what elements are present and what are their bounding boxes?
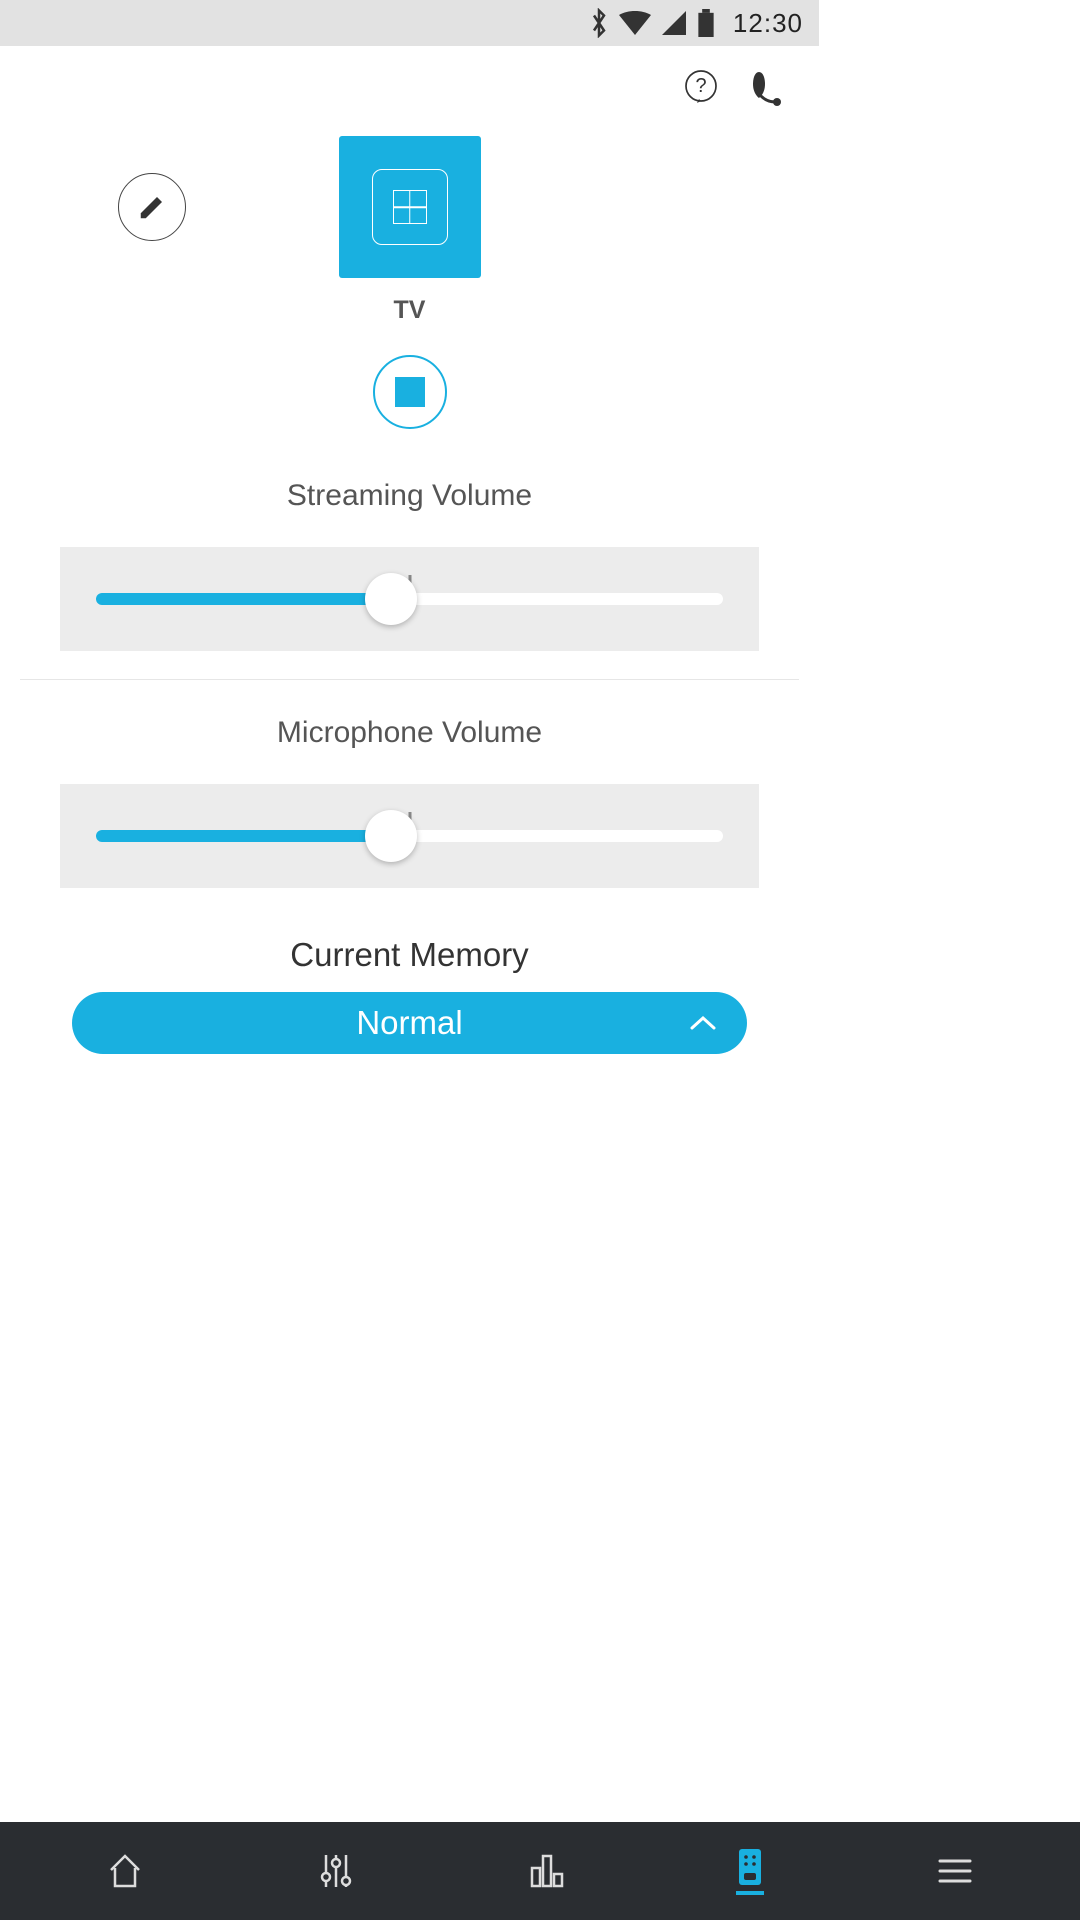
cellular-icon (661, 11, 687, 35)
bluetooth-icon (589, 8, 609, 38)
battery-icon (697, 9, 715, 37)
app-header: ? (0, 46, 819, 106)
remote-icon (736, 1847, 764, 1887)
help-icon[interactable]: ? (683, 69, 719, 105)
hearing-aid-icon[interactable] (745, 68, 789, 106)
nav-menu[interactable] (935, 1856, 975, 1886)
status-time: 12:30 (733, 8, 803, 39)
slider-fill (96, 593, 391, 605)
chevron-up-icon (689, 1015, 717, 1031)
nav-remote[interactable] (736, 1847, 764, 1895)
wifi-icon (619, 11, 651, 35)
active-tab-indicator (736, 1891, 764, 1895)
stop-icon (395, 377, 425, 407)
streaming-volume-slider[interactable] (60, 547, 759, 651)
divider (20, 679, 799, 680)
edit-button[interactable] (118, 173, 186, 241)
device-section: TV (0, 136, 819, 429)
svg-text:?: ? (695, 75, 706, 97)
slider-thumb[interactable] (365, 810, 417, 862)
sliders-icon (316, 1851, 356, 1891)
tv-icon (393, 190, 427, 224)
microphone-volume-slider[interactable] (60, 784, 759, 888)
status-bar: 12:30 (0, 0, 819, 46)
microphone-volume-label: Microphone Volume (0, 716, 819, 750)
stop-button[interactable] (373, 355, 447, 429)
bar-chart-icon (526, 1852, 566, 1890)
current-memory-label: Current Memory (0, 936, 819, 974)
home-icon (105, 1852, 145, 1890)
pencil-icon (137, 192, 167, 222)
slider-thumb[interactable] (365, 573, 417, 625)
hamburger-icon (935, 1856, 975, 1886)
nav-stats[interactable] (526, 1852, 566, 1890)
memory-section: Current Memory Normal (0, 936, 819, 1054)
nav-home[interactable] (105, 1852, 145, 1890)
slider-fill (96, 830, 391, 842)
memory-selector[interactable]: Normal (72, 992, 747, 1054)
streaming-volume-label: Streaming Volume (0, 479, 819, 513)
tv-device-tile[interactable] (339, 136, 481, 278)
nav-adjust[interactable] (316, 1851, 356, 1891)
bottom-nav (0, 1822, 1080, 1920)
device-label: TV (394, 296, 426, 325)
memory-value: Normal (356, 1004, 462, 1042)
